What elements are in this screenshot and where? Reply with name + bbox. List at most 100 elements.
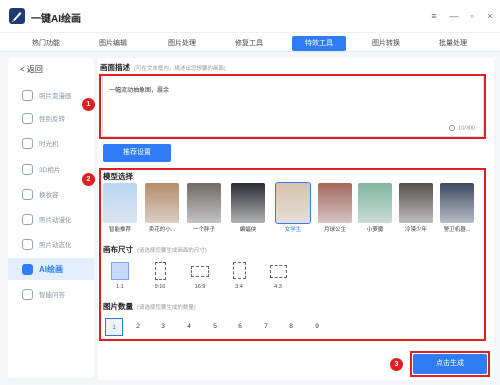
model-thumbnail <box>231 183 265 223</box>
sidebar-item-label: 3D相片 <box>39 167 61 174</box>
model-option-2[interactable]: 卖花的小... <box>145 183 179 233</box>
model-label: 小萝魔 <box>366 227 384 233</box>
ratio-option-3-4[interactable]: 3:4 <box>226 262 252 290</box>
model-thumbnail <box>103 183 137 223</box>
tab-hot-features[interactable]: 热门功能 <box>19 36 73 51</box>
annotation-badge-2: 2 <box>82 173 95 186</box>
sidebar-item-label: 照片动漫化 <box>39 217 72 224</box>
highlight-box-1 <box>99 74 486 139</box>
ratio-option-9-16[interactable]: 9:16 <box>147 262 173 290</box>
app-logo-icon <box>9 8 25 24</box>
anime-icon <box>22 213 33 225</box>
annotation-badge-3: 3 <box>390 358 403 371</box>
portrait-icon <box>22 89 33 101</box>
count-option-4[interactable]: 4 <box>180 318 198 336</box>
ratio-frame <box>232 262 246 279</box>
model-label: 女学生 <box>284 227 302 233</box>
minimize-button[interactable]: — <box>448 10 460 22</box>
tab-image-edit[interactable]: 图片编辑 <box>86 36 140 51</box>
tab-bar: 热门功能 图片编辑 图片处理 修复工具 特效工具 图片转换 批量处理 <box>0 32 500 52</box>
canvas-size-hint: (请选择您要生成画面的尺寸) <box>137 248 207 254</box>
count-option-2[interactable]: 2 <box>129 318 147 336</box>
ai-paint-icon <box>22 263 33 275</box>
count-option-9[interactable]: 9 <box>308 318 326 336</box>
model-label: 智能推荐 <box>108 227 131 233</box>
model-thumbnail <box>399 183 433 223</box>
model-thumbnail <box>187 183 221 223</box>
ratio-frame <box>111 262 129 280</box>
model-thumbnail <box>358 183 392 223</box>
app-title: 一键AI绘画 <box>31 14 81 25</box>
model-option-4[interactable]: 蝙蝠侠 <box>231 183 265 233</box>
model-option-9[interactable]: 警卫机器... <box>440 183 474 233</box>
tab-effects-tools[interactable]: 特效工具 <box>292 36 346 51</box>
annotation-badge-1: 1 <box>82 98 95 111</box>
ratio-option-1-1[interactable]: 1:1 <box>107 262 133 290</box>
model-option-6[interactable]: 月球公主 <box>318 183 352 233</box>
back-button[interactable]: < 返回 <box>20 64 43 75</box>
makeup-icon <box>22 188 33 200</box>
sidebar-item-photo-motion[interactable]: 照片动态化 <box>8 233 94 255</box>
model-option-3[interactable]: 一个胖子 <box>187 183 221 233</box>
count-option-5[interactable]: 5 <box>206 318 224 336</box>
sidebar-item-time-machine[interactable]: 时光机 <box>8 132 94 154</box>
model-option-1[interactable]: 智能推荐 <box>103 183 137 233</box>
model-label: 冷漠少年 <box>404 227 427 233</box>
tab-batch-process[interactable]: 批量处理 <box>426 36 480 51</box>
model-label: 蝙蝠侠 <box>239 227 257 233</box>
model-label: 一个胖子 <box>192 227 215 233</box>
count-option-7[interactable]: 7 <box>257 318 275 336</box>
image-count-section-title: 图片数量 (请选择您要生成的数量) <box>103 302 196 311</box>
model-option-8[interactable]: 冷漠少年 <box>399 183 433 233</box>
model-label: 月球公主 <box>323 227 346 233</box>
model-option-5[interactable]: 女学生 <box>275 182 311 233</box>
close-button[interactable]: × <box>484 10 496 22</box>
cube-icon <box>22 163 33 175</box>
sidebar-item-gender-swap[interactable]: 性别反转 <box>8 107 94 129</box>
sidebar-item-label: 换妆容 <box>39 192 59 199</box>
ratio-option-16-9[interactable]: 16:9 <box>187 262 213 290</box>
image-count-hint: (请选择您要生成的数量) <box>137 305 196 311</box>
generate-button[interactable]: 点击生成 <box>413 354 487 374</box>
maximize-button[interactable]: ▫ <box>466 10 478 22</box>
recommend-settings-button[interactable]: 推荐设置 <box>103 144 171 162</box>
count-option-8[interactable]: 8 <box>282 318 300 336</box>
menu-icon[interactable]: ≡ <box>428 10 440 22</box>
count-option-6[interactable]: 6 <box>231 318 249 336</box>
tab-repair-tools[interactable]: 修复工具 <box>222 36 276 51</box>
count-option-1[interactable]: 1 <box>105 318 123 336</box>
tab-image-convert[interactable]: 图片转换 <box>359 36 413 51</box>
sidebar-item-label: 照片变漫画 <box>39 93 72 100</box>
sidebar-item-label: 时光机 <box>39 141 59 148</box>
description-hint: (可在文本框内，描述出您想要的画面) <box>134 66 226 72</box>
ratio-option-4-3[interactable]: 4:3 <box>265 262 291 290</box>
model-option-7[interactable]: 小萝魔 <box>358 183 392 233</box>
chat-icon <box>22 288 33 300</box>
sidebar-item-label: AI绘画 <box>39 264 63 274</box>
model-thumbnail <box>318 183 352 223</box>
model-thumbnail <box>440 183 474 223</box>
clock-icon <box>22 137 33 149</box>
model-thumbnail <box>275 182 311 224</box>
count-option-3[interactable]: 3 <box>154 318 172 336</box>
tab-image-process[interactable]: 图片处理 <box>155 36 209 51</box>
sidebar-item-label: 智能问答 <box>39 292 65 299</box>
ratio-frame <box>154 262 166 280</box>
ratio-frame <box>191 266 209 277</box>
sidebar-item-makeup[interactable]: 换妆容 <box>8 183 94 205</box>
sidebar-item-smart-qa[interactable]: 智能问答 <box>8 283 94 305</box>
sidebar-item-3d-photo[interactable]: 3D相片 <box>8 158 94 180</box>
motion-icon <box>22 238 33 250</box>
ratio-frame <box>269 265 287 278</box>
sidebar-item-label: 照片动态化 <box>39 242 72 249</box>
sidebar-item-ai-painting[interactable]: AI绘画 <box>8 258 94 280</box>
model-label: 卖花的小... <box>148 227 176 233</box>
sidebar-item-label: 性别反转 <box>39 116 65 123</box>
title-bar: 一键AI绘画 ≡ — ▫ × <box>0 0 500 32</box>
gender-icon <box>22 112 33 124</box>
description-section-title: 画面描述 (可在文本框内，描述出您想要的画面) <box>100 63 226 72</box>
sidebar: < 返回 照片变漫画 性别反转 时光机 3D相片 换妆容 照片动漫化 照片动态化… <box>8 58 94 378</box>
sidebar-item-photo-anime[interactable]: 照片动漫化 <box>8 208 94 230</box>
model-thumbnail <box>145 183 179 223</box>
canvas-size-section-title: 画布尺寸 (请选择您要生成画面的尺寸) <box>103 245 207 254</box>
